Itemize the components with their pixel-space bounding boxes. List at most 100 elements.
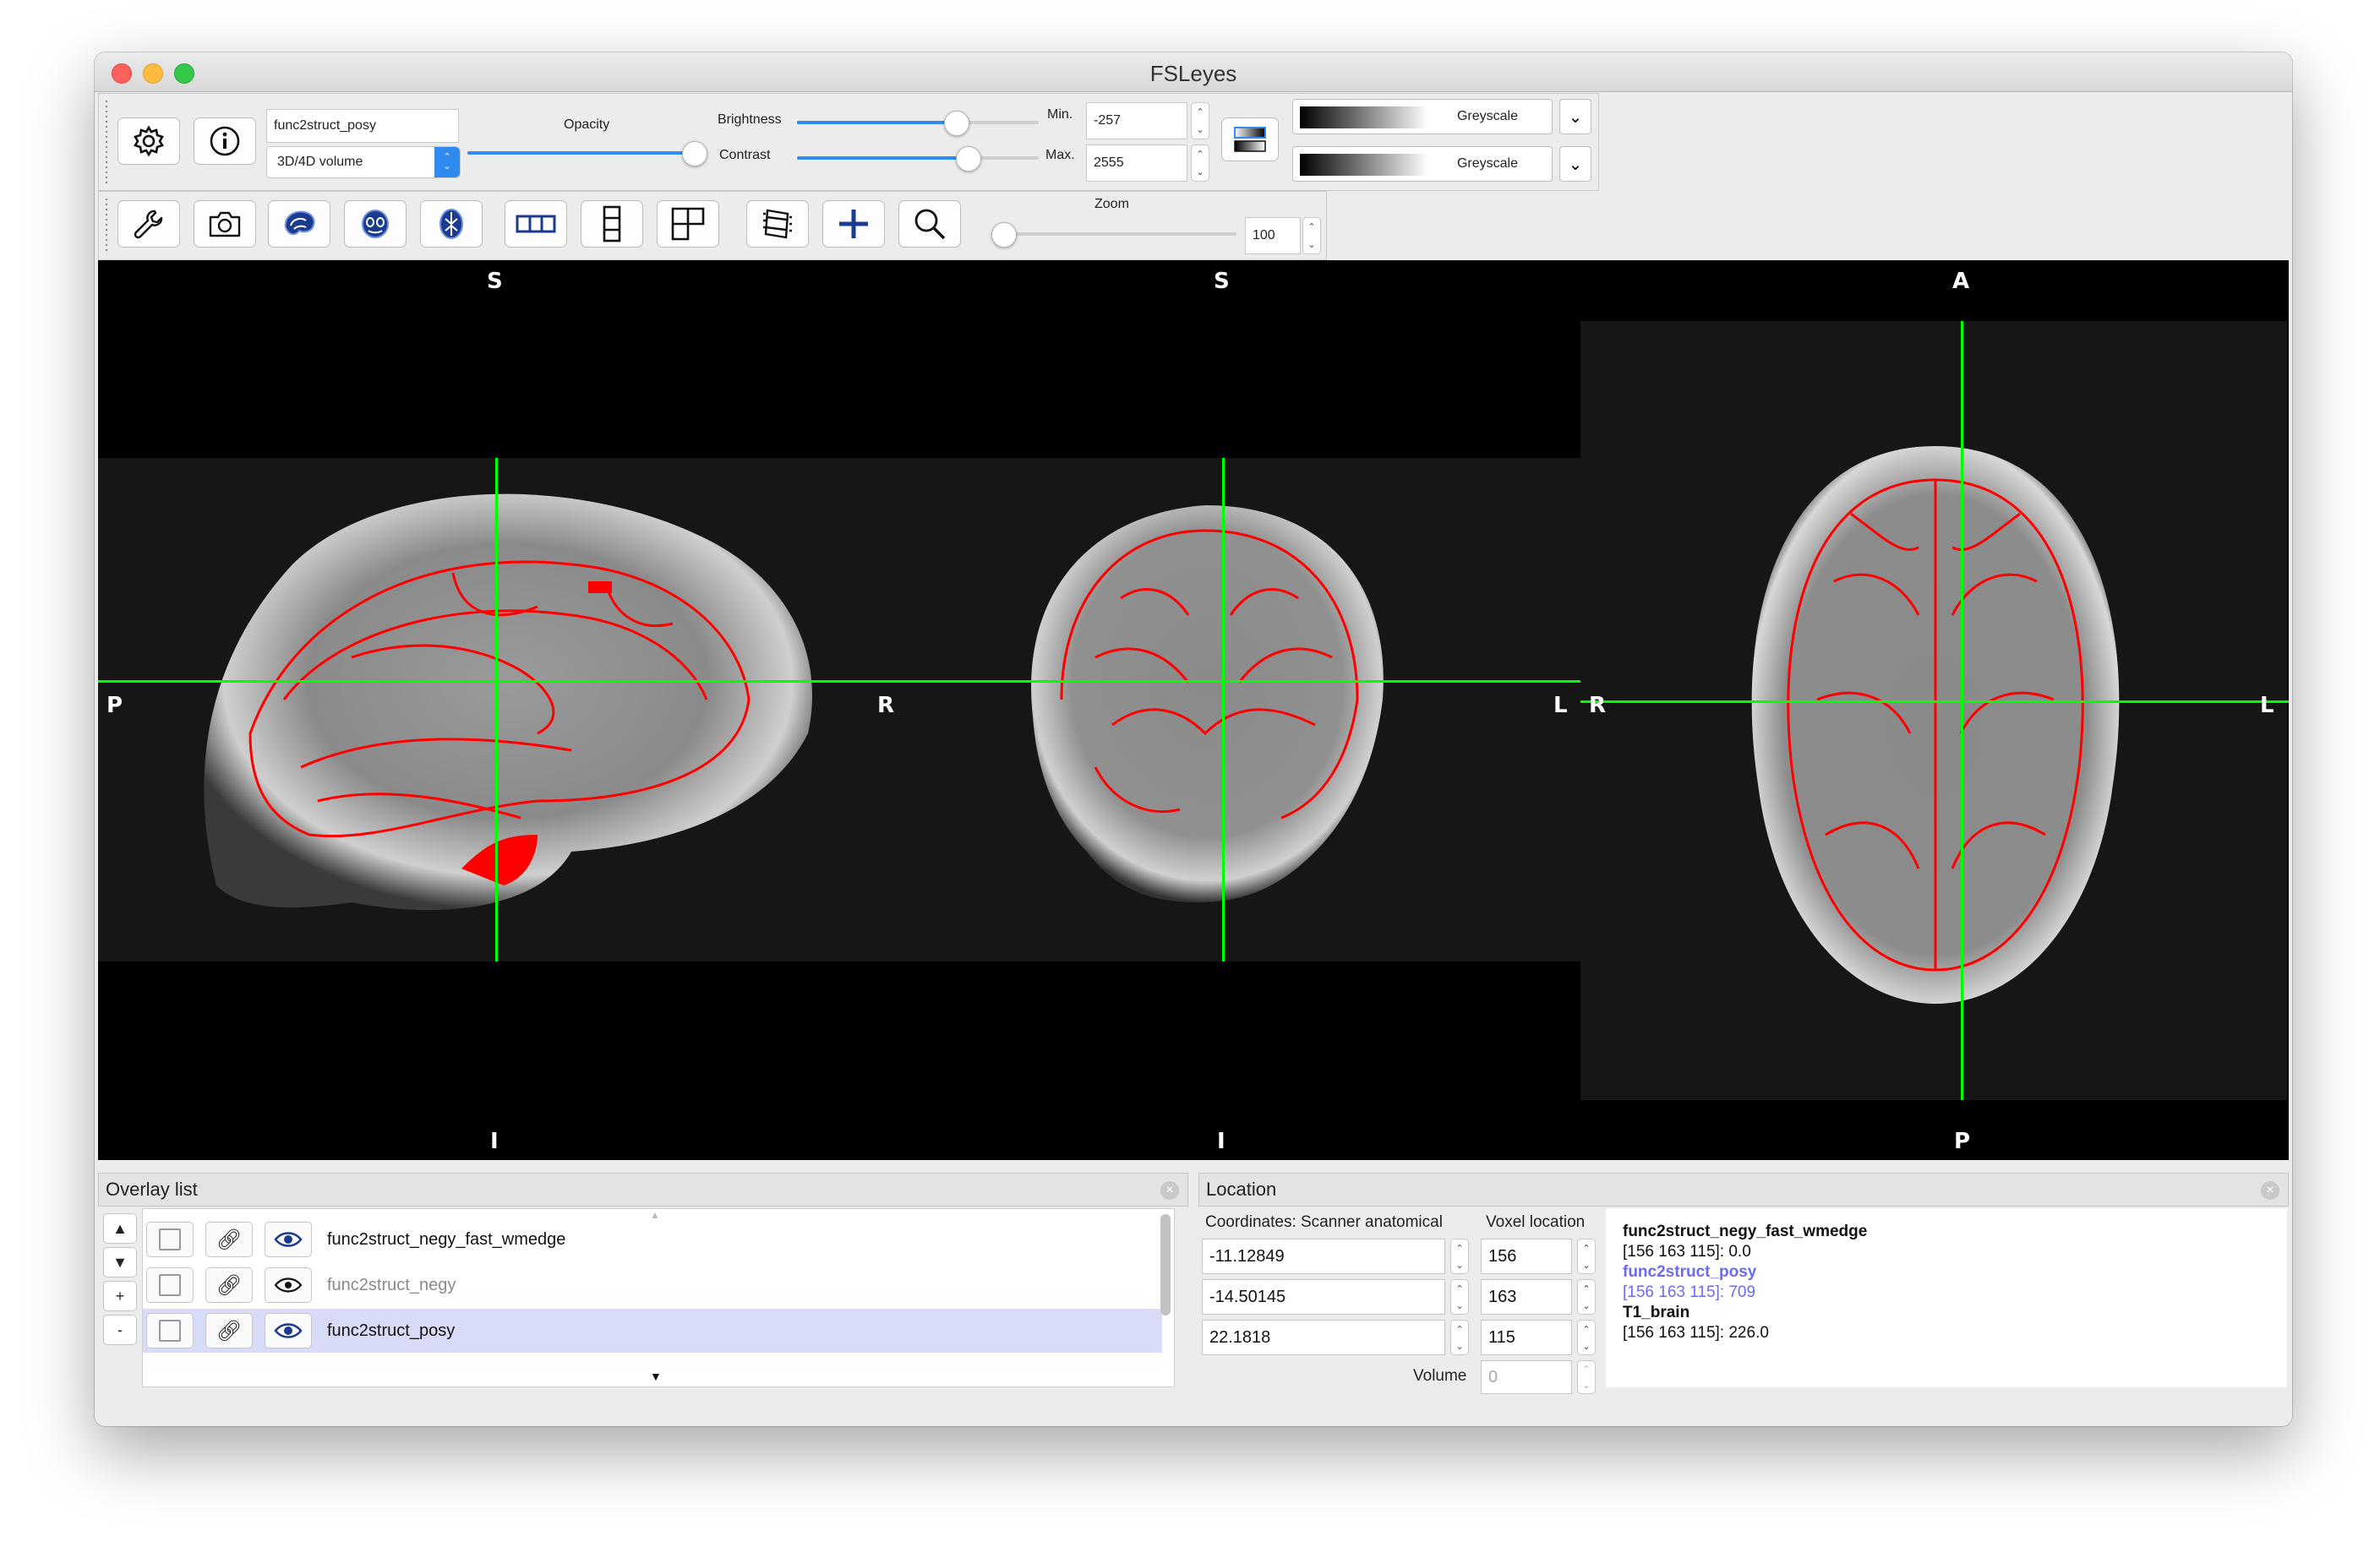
info-icon (210, 126, 240, 156)
toggle-visibility-button[interactable] (265, 1313, 312, 1348)
overlay-row[interactable]: 🔗︎ func2struct_negy (143, 1263, 1162, 1307)
max-value-field[interactable]: 2555 (1086, 144, 1187, 182)
save-overlay-button[interactable] (146, 1313, 194, 1348)
toggle-sagittal-button[interactable] (268, 200, 330, 248)
toggle-visibility-button[interactable] (265, 1222, 312, 1257)
sagittal-label-left: P (106, 693, 123, 718)
sagittal-label-top: S (487, 269, 503, 294)
sagittal-crosshair-vertical (495, 458, 498, 961)
view-settings-button[interactable] (117, 200, 180, 248)
sagittal-view[interactable]: S I P A (98, 260, 871, 1160)
chevron-down-icon: ⌄ (1568, 107, 1583, 127)
location-panel: Location × Coordinates: Scanner anatomic… (1198, 1173, 2289, 1394)
save-overlay-button[interactable] (146, 1222, 194, 1257)
move-overlay-down-button[interactable]: ▼ (103, 1247, 137, 1277)
save-overlay-button[interactable] (146, 1267, 194, 1303)
voxel-x-stepper[interactable]: ⌃ ⌄ (1577, 1239, 1596, 1274)
axial-crosshair-horizontal (1580, 700, 2289, 703)
coordinate-y-field[interactable]: -14.50145 (1202, 1279, 1445, 1315)
toggle-coronal-button[interactable] (344, 200, 407, 248)
coronal-label-right: L (1553, 693, 1568, 718)
zoom-slider-knob[interactable] (991, 222, 1017, 248)
axial-view[interactable]: A P R L (1580, 260, 2289, 1160)
colormap-2-name: Greyscale (1456, 156, 1519, 171)
layout-grid-button[interactable] (657, 200, 719, 248)
link-overlay-button[interactable]: 🔗︎ (205, 1222, 253, 1257)
volume-stepper[interactable]: ⌃ ⌄ (1577, 1360, 1596, 1394)
link-overlay-button[interactable]: 🔗︎ (205, 1313, 253, 1348)
add-overlay-button[interactable]: + (103, 1281, 137, 1311)
remove-overlay-button[interactable]: - (103, 1315, 137, 1345)
info-overlay-name: T1_brain (1623, 1304, 1690, 1321)
toggle-visibility-button[interactable] (265, 1267, 312, 1303)
colormap-select-1[interactable]: Greyscale (1292, 99, 1553, 134)
voxel-y-stepper[interactable]: ⌃ ⌄ (1577, 1279, 1596, 1315)
floppy-disk-icon (159, 1274, 181, 1296)
eye-icon (274, 1232, 303, 1247)
coordinate-z-stepper[interactable]: ⌃ ⌄ (1450, 1320, 1469, 1355)
crosshair-plus-icon (839, 210, 868, 238)
invert-colormap-button[interactable] (1221, 117, 1279, 161)
coronal-view[interactable]: S I R L (842, 260, 1580, 1160)
toolbar-grip[interactable] (104, 99, 109, 185)
close-panel-icon[interactable]: × (1160, 1181, 1179, 1200)
ortho-canvas[interactable]: S I P A S I R L (98, 260, 2289, 1160)
voxel-z-stepper[interactable]: ⌃ ⌄ (1577, 1320, 1596, 1355)
volume-field[interactable]: 0 (1481, 1360, 1572, 1394)
colormap-1-dropdown[interactable]: ⌄ (1559, 99, 1591, 134)
opacity-label: Opacity (564, 117, 610, 132)
overlay-row[interactable]: 🔗︎ func2struct_negy_fast_wmedge (143, 1218, 1162, 1261)
move-overlay-up-button[interactable]: ▲ (103, 1213, 137, 1244)
greyscale-gradient-swatch (1300, 154, 1428, 176)
coordinate-x-field[interactable]: -11.12849 (1202, 1239, 1445, 1274)
overlay-list-scrollbar[interactable] (1160, 1214, 1171, 1316)
min-stepper[interactable]: ⌃ ⌄ (1191, 102, 1209, 139)
zoom-slider-track[interactable] (1005, 232, 1236, 236)
voxel-x-field[interactable]: 156 (1481, 1239, 1572, 1274)
overlay-row-selected[interactable]: 🔗︎ func2struct_posy (143, 1309, 1162, 1353)
layout-vertical-button[interactable] (581, 200, 643, 248)
info-overlay-value: [156 163 115]: 709 (1623, 1283, 1756, 1301)
toggle-axial-button[interactable] (420, 200, 483, 248)
colormap-2-dropdown[interactable]: ⌄ (1559, 146, 1591, 182)
voxel-z-field[interactable]: 115 (1481, 1320, 1572, 1355)
scroll-down-indicator[interactable]: ▼ (650, 1370, 662, 1383)
overlay-info-button[interactable] (194, 117, 256, 165)
zoom-stepper[interactable]: ⌃ ⌄ (1302, 217, 1321, 254)
info-overlay-name: func2struct_negy_fast_wmedge (1623, 1223, 1868, 1240)
voxel-y-field[interactable]: 163 (1481, 1279, 1572, 1315)
overlay-name: func2struct_negy (327, 1275, 456, 1294)
info-overlay-value: [156 163 115]: 0.0 (1623, 1243, 1751, 1261)
min-value-field[interactable]: -257 (1086, 102, 1187, 139)
toggle-cursor-button[interactable] (822, 200, 885, 248)
layout-horizontal-button[interactable] (505, 200, 567, 248)
zoom-value-field[interactable]: 100 (1245, 217, 1301, 254)
coordinate-z-field[interactable]: 22.1818 (1202, 1320, 1445, 1355)
toolbar-grip[interactable] (104, 197, 109, 254)
link-overlay-button[interactable]: 🔗︎ (205, 1267, 253, 1303)
close-panel-icon[interactable]: × (2261, 1181, 2279, 1200)
coordinate-x-stepper[interactable]: ⌃ ⌄ (1450, 1239, 1469, 1274)
chain-link-icon: 🔗︎ (216, 1319, 243, 1343)
zoom-reset-button[interactable] (898, 200, 961, 248)
axial-crosshair-vertical (1961, 321, 1963, 1100)
contrast-slider-knob[interactable] (956, 146, 981, 172)
wrench-icon (134, 210, 163, 239)
coordinate-y-stepper[interactable]: ⌃ ⌄ (1450, 1279, 1469, 1315)
colormap-select-2[interactable]: Greyscale (1292, 146, 1553, 182)
overlay-list-box: ▲ 🔗︎ func2struct_negy_fast_wmedge 🔗︎ fun… (142, 1208, 1175, 1387)
overlay-type-select[interactable]: 3D/4D volume ⌃ ⌄ (266, 146, 461, 178)
screenshot-button[interactable] (194, 200, 256, 248)
info-overlay-value: [156 163 115]: 226.0 (1623, 1324, 1769, 1342)
movie-mode-button[interactable] (746, 200, 809, 248)
overlay-name-field[interactable]: func2struct_posy (266, 109, 459, 143)
coronal-brain-icon (362, 210, 389, 238)
gear-icon (134, 125, 164, 157)
opacity-slider-knob[interactable] (682, 141, 707, 166)
max-stepper[interactable]: ⌃ ⌄ (1191, 144, 1209, 182)
ortho-view-toolbar: Zoom 100 ⌃ ⌄ (98, 191, 1327, 260)
location-header: Location × (1198, 1173, 2289, 1207)
brightness-slider-knob[interactable] (944, 111, 969, 136)
display-settings-button[interactable] (117, 117, 180, 165)
coronal-crosshair-vertical (1222, 458, 1225, 961)
